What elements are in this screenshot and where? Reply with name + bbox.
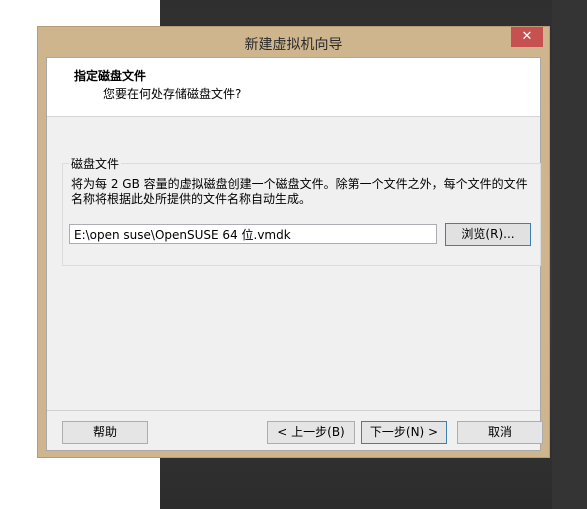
footer-separator <box>47 410 540 411</box>
new-vm-wizard-window: 新建虚拟机向导 ✕ 指定磁盘文件 您要在何处存储磁盘文件? 磁盘文件 将为每 2… <box>37 26 550 458</box>
wizard-client-area: 指定磁盘文件 您要在何处存储磁盘文件? 磁盘文件 将为每 2 GB 容量的虚拟磁… <box>46 57 543 451</box>
wizard-header: 指定磁盘文件 您要在何处存储磁盘文件? <box>47 58 540 117</box>
close-icon: ✕ <box>521 29 533 44</box>
disk-file-path-input[interactable] <box>69 224 437 244</box>
next-button[interactable]: 下一步(N) > <box>361 421 447 444</box>
close-button[interactable]: ✕ <box>511 27 543 47</box>
title-bar[interactable]: 新建虚拟机向导 ✕ <box>38 27 549 57</box>
cancel-button[interactable]: 取消 <box>457 421 543 444</box>
disk-file-description: 将为每 2 GB 容量的虚拟磁盘创建一个磁盘文件。除第一个文件之外，每个文件的文… <box>71 177 528 206</box>
back-button[interactable]: < 上一步(B) <box>267 421 355 444</box>
window-title: 新建虚拟机向导 <box>244 37 343 53</box>
browse-button[interactable]: 浏览(R)... <box>445 223 531 246</box>
help-button[interactable]: 帮助 <box>62 421 148 444</box>
disk-file-group-label: 磁盘文件 <box>69 155 122 172</box>
desktop-background-strip <box>552 0 587 509</box>
page-subtitle: 您要在何处存储磁盘文件? <box>103 87 242 101</box>
page-title: 指定磁盘文件 <box>74 69 147 83</box>
